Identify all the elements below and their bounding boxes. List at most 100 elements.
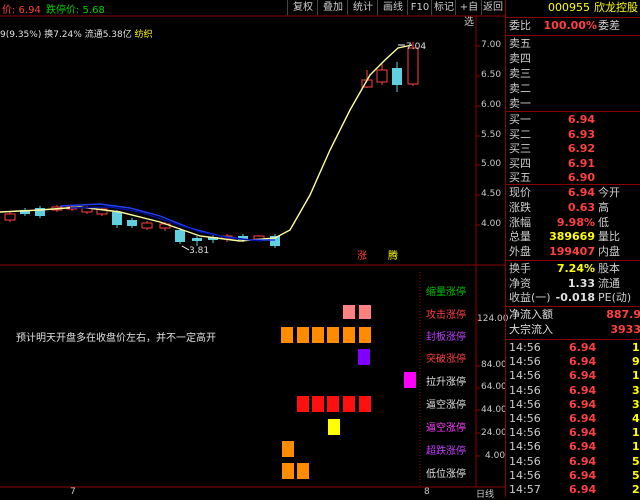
price-tick: 5.00: [481, 159, 502, 169]
candle-body: [4, 213, 16, 221]
tick-row: 14:566.9445: [509, 412, 640, 425]
buy-row[interactable]: 买三 6.92: [506, 142, 640, 156]
ind-tick: 4.00: [485, 451, 506, 461]
indicator-label: 封板涨停: [426, 332, 466, 343]
flow-row: 大宗流入 3933: [509, 323, 640, 336]
tick-row: 14:56 6.94 1: [509, 369, 640, 383]
date-tick: 7: [70, 487, 76, 497]
candle-body: [376, 69, 388, 83]
indicator-note: 预计明天开盘多在收盘价左右，并不一定高开: [16, 333, 216, 344]
block-low-2: [297, 463, 309, 479]
weibi-row: 委比 100.00% 委差: [509, 19, 620, 32]
sell-row: 卖四: [509, 52, 531, 65]
candle-body: [112, 212, 122, 225]
block-squeeze-4: [343, 396, 355, 412]
indicator-label: 低位涨停: [426, 469, 466, 480]
ind-tick: 44.00: [481, 405, 507, 415]
block-attack-1: [343, 305, 355, 319]
tick-row: 14:56 6.94 5: [509, 454, 640, 468]
indicator-label: 拉升涨停: [426, 377, 466, 388]
buy-price: 6.90: [567, 171, 595, 184]
block-seal-1: [281, 327, 293, 343]
tick-row: 14:576.9421: [509, 483, 640, 496]
block-pullup: [404, 372, 416, 388]
candle-body: [192, 238, 202, 241]
indicator-axis-ticks: [476, 319, 480, 457]
tick-row: 14:56 6.94 3: [509, 397, 640, 411]
stock-name: 欣龙控股: [594, 1, 638, 14]
weibi-value: 100.00%: [543, 19, 597, 32]
buy-row[interactable]: 买四 6.91: [506, 157, 640, 171]
candle-body: [175, 230, 185, 242]
indicator-label: 攻击涨停: [426, 310, 466, 321]
tick-row: 14:566.9410: [509, 426, 640, 440]
block-squeeze2: [328, 419, 340, 435]
buy-row[interactable]: 买二 6.93: [506, 128, 640, 142]
block-seal-2: [297, 327, 309, 343]
price-tick: 4.00: [481, 219, 502, 229]
limit-up-tag: 涨: [357, 250, 367, 262]
high-annotation: 7.04: [406, 42, 426, 52]
price-grid: [476, 45, 480, 226]
block-squeeze-1: [297, 396, 309, 412]
block-oversold: [282, 441, 294, 457]
price-tick: 6.50: [481, 70, 502, 80]
price-tick: 6.00: [481, 100, 502, 110]
buy-row[interactable]: 买一 6.94: [506, 113, 640, 127]
sell-row: 卖一: [509, 97, 531, 110]
indicator-label: 超跌涨停: [426, 446, 466, 457]
candle-body: [127, 220, 137, 226]
tick-row: 14:56 6.94 9: [509, 355, 640, 369]
stat-row: 现价 6.94 今开: [509, 186, 620, 199]
block-squeeze-2: [312, 396, 324, 412]
flow-row: 净流入额 887.9: [509, 308, 640, 321]
low-marker: [181, 245, 190, 251]
sell-row: 卖五: [509, 37, 531, 50]
indicator-blocks: [281, 305, 416, 479]
indicator-label: 突破涨停: [426, 354, 466, 365]
block-squeeze-5: [359, 396, 371, 412]
tick-row: 14:56 6.94 1: [509, 440, 640, 454]
price-tick: 5.50: [481, 130, 502, 140]
ind-tick: 124.00: [477, 314, 509, 324]
indicator-label: 缩量涨停: [426, 287, 466, 298]
stock-title: 000955 欣龙控股: [506, 1, 640, 15]
price-tick: 4.50: [481, 189, 502, 199]
buy-price: 6.92: [567, 142, 595, 155]
block-seal-4: [327, 327, 339, 343]
candle-body: [141, 222, 153, 229]
ma5-line: [0, 44, 413, 242]
quote-panel: 000955 欣龙控股 委比 100.00% 委差 卖五卖四卖三卖二卖一 买一 6…: [505, 0, 640, 497]
indicator-label: 逼空涨停: [426, 400, 466, 411]
block-low-1: [282, 463, 294, 479]
ind-tick: 84.00: [481, 360, 507, 370]
stat-row: 涨跌 0.63 高: [509, 200, 609, 214]
buy-price: 6.93: [567, 127, 595, 141]
period-tab[interactable]: 日线: [476, 487, 494, 500]
block-seal-3: [312, 327, 324, 343]
stat-row: 涨幅 9.98% 低: [509, 215, 609, 229]
candle-body: [407, 47, 419, 85]
sell-row: 卖二: [509, 82, 531, 95]
stat2-row: 换手 7.24% 股本: [509, 262, 620, 275]
candles: [4, 42, 419, 248]
tick-row: 14:56 6.94 3: [509, 383, 640, 397]
stock-code: 000955: [548, 1, 590, 14]
stat-row: 外盘 199407 内盘: [509, 245, 620, 259]
low-annotation: 3.81: [189, 246, 209, 256]
tag-teng: 腾: [388, 249, 398, 262]
stat2-row: 收益(一) -0.018 PE(动): [509, 291, 632, 304]
ind-tick: 24.00: [481, 428, 507, 438]
candle-body: [392, 68, 402, 85]
block-attack-2: [359, 305, 371, 319]
buy-row[interactable]: 买五 6.90: [506, 171, 640, 185]
buy-price: 6.91: [567, 156, 595, 170]
sell-row: 卖三: [509, 67, 531, 80]
block-seal-6: [359, 327, 371, 343]
indicator-label: 逼空涨停: [426, 423, 466, 434]
ind-tick: 64.00: [481, 382, 507, 392]
buy-price: 6.94: [567, 113, 595, 126]
block-breakout: [358, 349, 370, 365]
stat-row: 总量 389669 量比: [509, 230, 620, 244]
price-tick: 7.00: [481, 40, 502, 50]
